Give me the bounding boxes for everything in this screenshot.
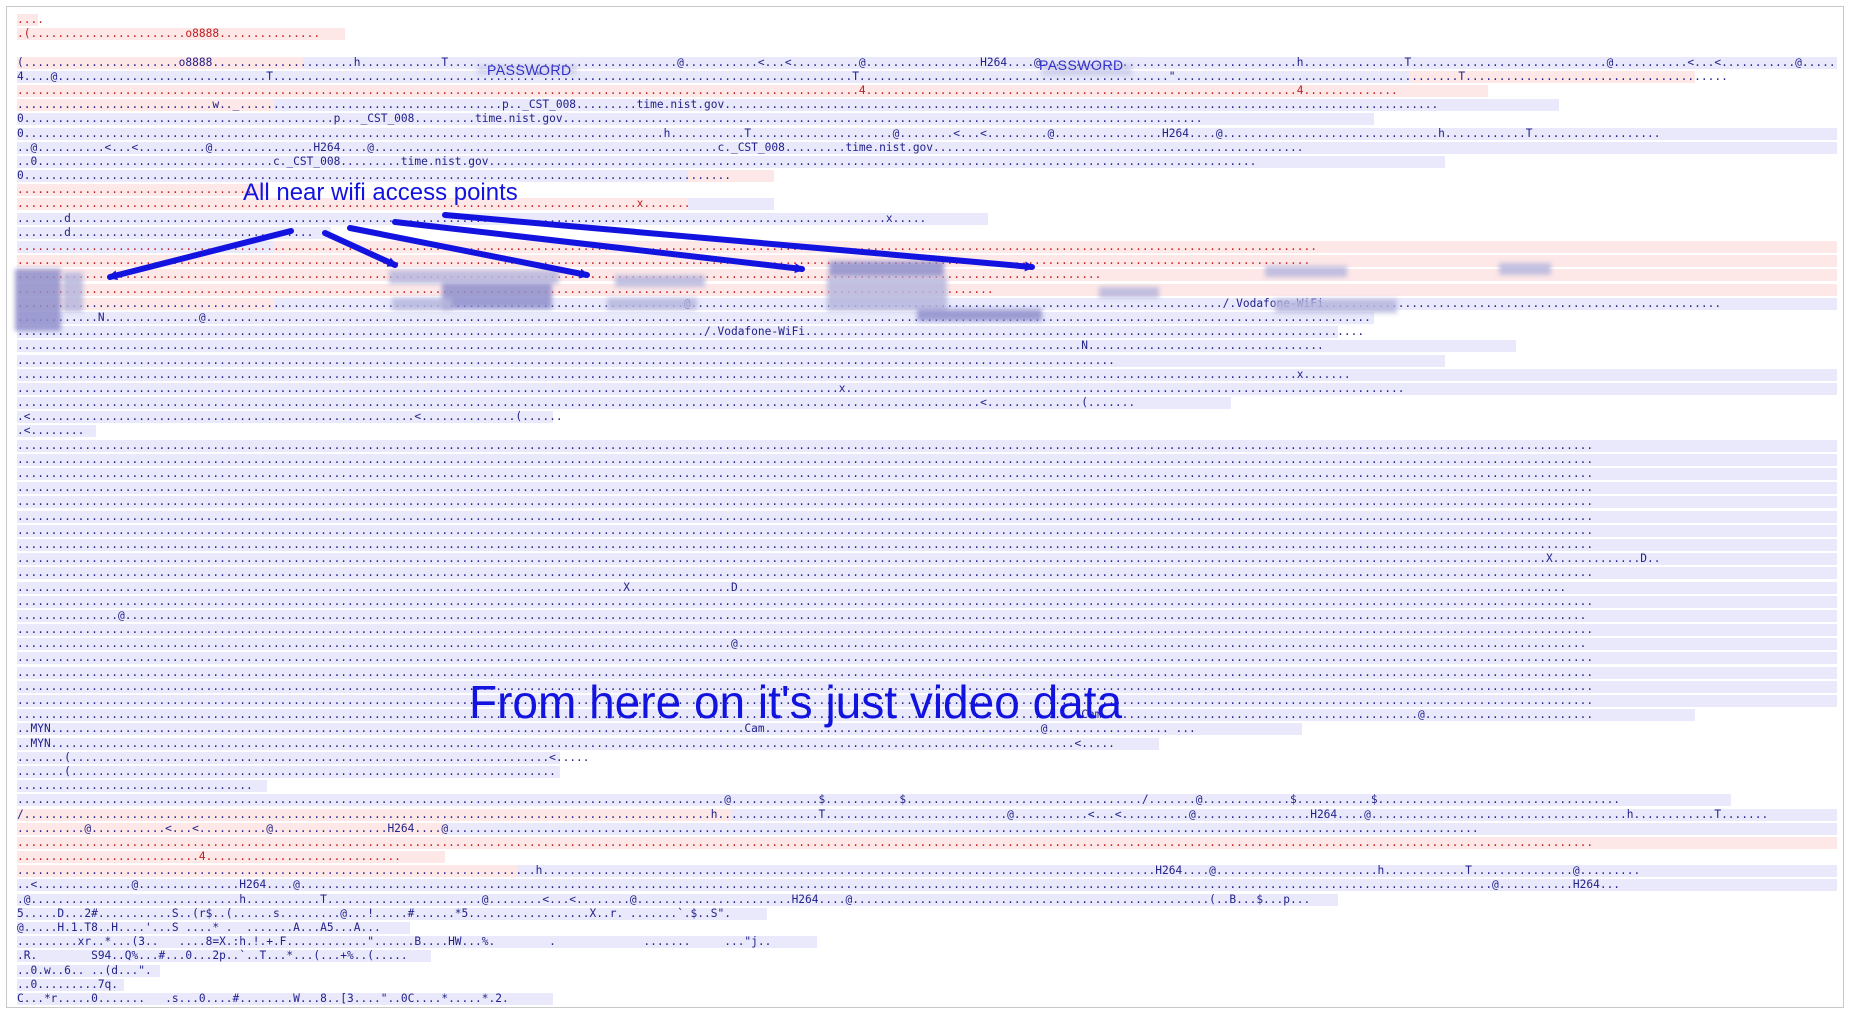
wifi-annotation-label: All near wifi access points (243, 179, 518, 206)
arrow-to-ap-3 (347, 225, 590, 279)
dump-row-highlight (17, 1007, 1195, 1008)
video-annotation-label: From here on it's just video data (469, 676, 1123, 728)
arrow-to-ap-1 (107, 228, 294, 281)
annotation-arrows (107, 212, 1035, 281)
dump-viewer-window: .... .(.......................o8888......… (6, 6, 1844, 1008)
